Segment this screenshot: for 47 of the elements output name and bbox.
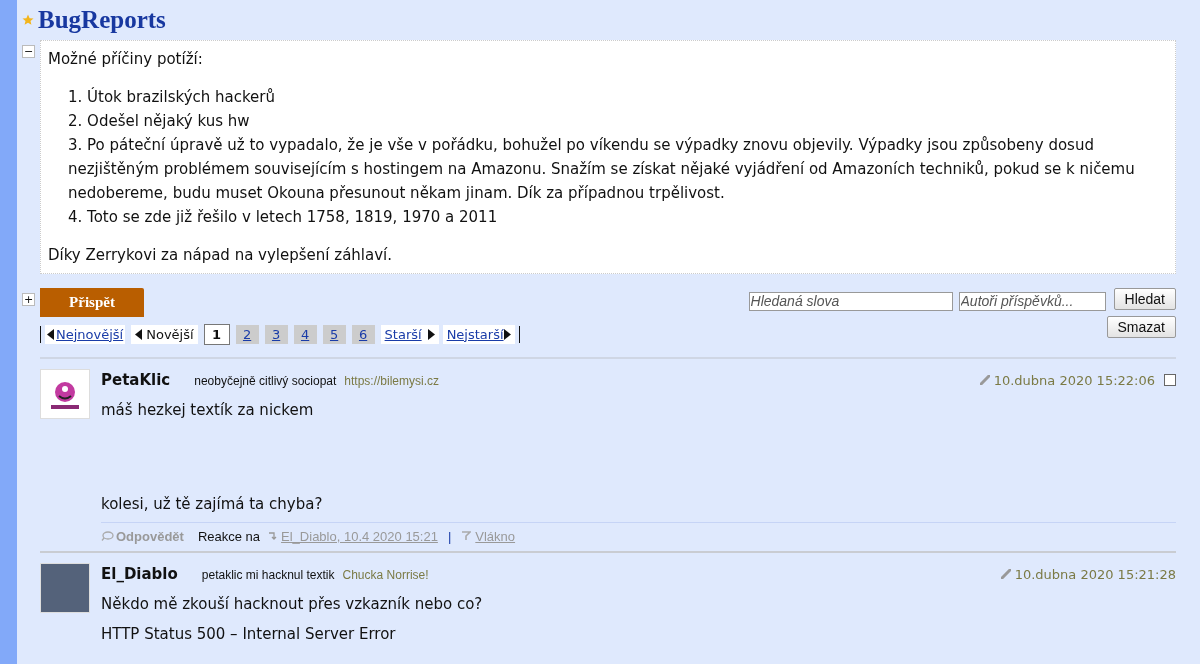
- thread-icon: [461, 531, 472, 542]
- speech-bubble-icon: [101, 531, 114, 542]
- author-link[interactable]: https://bilemysi.cz: [344, 372, 440, 390]
- star-icon: [22, 14, 34, 26]
- page-link[interactable]: 2: [235, 325, 259, 344]
- separator: |: [447, 527, 452, 546]
- list-item: 1. Útok brazilských hackerů: [68, 86, 277, 108]
- page-link[interactable]: 4: [293, 325, 317, 344]
- newest-link[interactable]: Nejnovější: [45, 325, 126, 344]
- left-triangle-icon: [135, 329, 143, 340]
- reaction-label: Reakce na: [197, 527, 261, 546]
- forum-title: BugReports: [38, 5, 166, 36]
- authors-field[interactable]: Autoři příspěvků...: [958, 292, 1106, 311]
- select-checkbox[interactable]: [1164, 374, 1176, 387]
- older-link[interactable]: Starší: [380, 325, 439, 344]
- page-link[interactable]: 1: [203, 324, 230, 345]
- post-date: 10.dubna 2020 15:21:28: [1014, 566, 1176, 584]
- list-item: 2. Odešel nějaký kus hw: [68, 111, 251, 132]
- left-triangle-icon: [47, 329, 54, 340]
- post-text: Někdo mě zkouší hacknout přes vzkazník nebo co?: [101, 593, 484, 615]
- right-triangle-icon: [427, 329, 435, 340]
- post-button[interactable]: Přispět: [40, 288, 144, 317]
- list-item: 4. Toto se zde již řešilo v letech 1758, 1819, 1970 a 2011: [68, 207, 499, 228]
- author-name[interactable]: El_Diablo: [101, 563, 178, 586]
- photo-placeholder: [40, 563, 90, 613]
- expand-toggle[interactable]: +: [22, 293, 35, 306]
- search-field[interactable]: Hledaná slova: [748, 292, 953, 311]
- post-text: máš hezkej textík za nickem: [101, 399, 315, 421]
- post-text: HTTP Status 500 – Internal Server Error: [101, 623, 397, 645]
- post-date: 10.dubna 2020 15:22:06: [993, 372, 1155, 390]
- author-motto: petaklic mi hacknul textik: [201, 567, 335, 584]
- oldest-link[interactable]: Nejstarší: [442, 325, 515, 344]
- collapse-toggle[interactable]: −: [22, 45, 35, 58]
- search-button[interactable]: Hledat: [1113, 288, 1176, 310]
- author-link[interactable]: Chucka Norrise!: [342, 566, 429, 584]
- page-link[interactable]: 5: [322, 325, 346, 344]
- author-motto: neobyčejně citlivý sociopat: [194, 373, 337, 390]
- clear-button[interactable]: Smazat: [1106, 316, 1176, 338]
- avatar-image: [40, 369, 90, 419]
- header-intro: Možné příčiny potíží:: [48, 49, 204, 70]
- page-link[interactable]: 3: [264, 325, 288, 344]
- author-name[interactable]: PetaKlic: [101, 369, 171, 392]
- header-note: Díky Zerrykovi za nápad na vylepšení záhlaví.: [48, 245, 393, 266]
- page-link[interactable]: 6: [351, 325, 375, 344]
- list-item: 3. Po páteční úpravě už to vypadalo, že je vše v pořádku, bohužel po víkendu se výpadky znovu objevily. Výpadky jsou způsobeny dosud nezjištěným problémem souvisejícím s hostingem na Amazonu. Snažím se získat nějaké vyjádření od Amazoních techniků, pokud se k ničemu nedobereme, budu muset Okouna přesunout někam jinam. Dík za případnou trpělivost.: [68, 135, 1136, 204]
- right-triangle-icon: [503, 329, 511, 340]
- post-text: kolesi, už tě zajímá ta chyba?: [101, 493, 324, 515]
